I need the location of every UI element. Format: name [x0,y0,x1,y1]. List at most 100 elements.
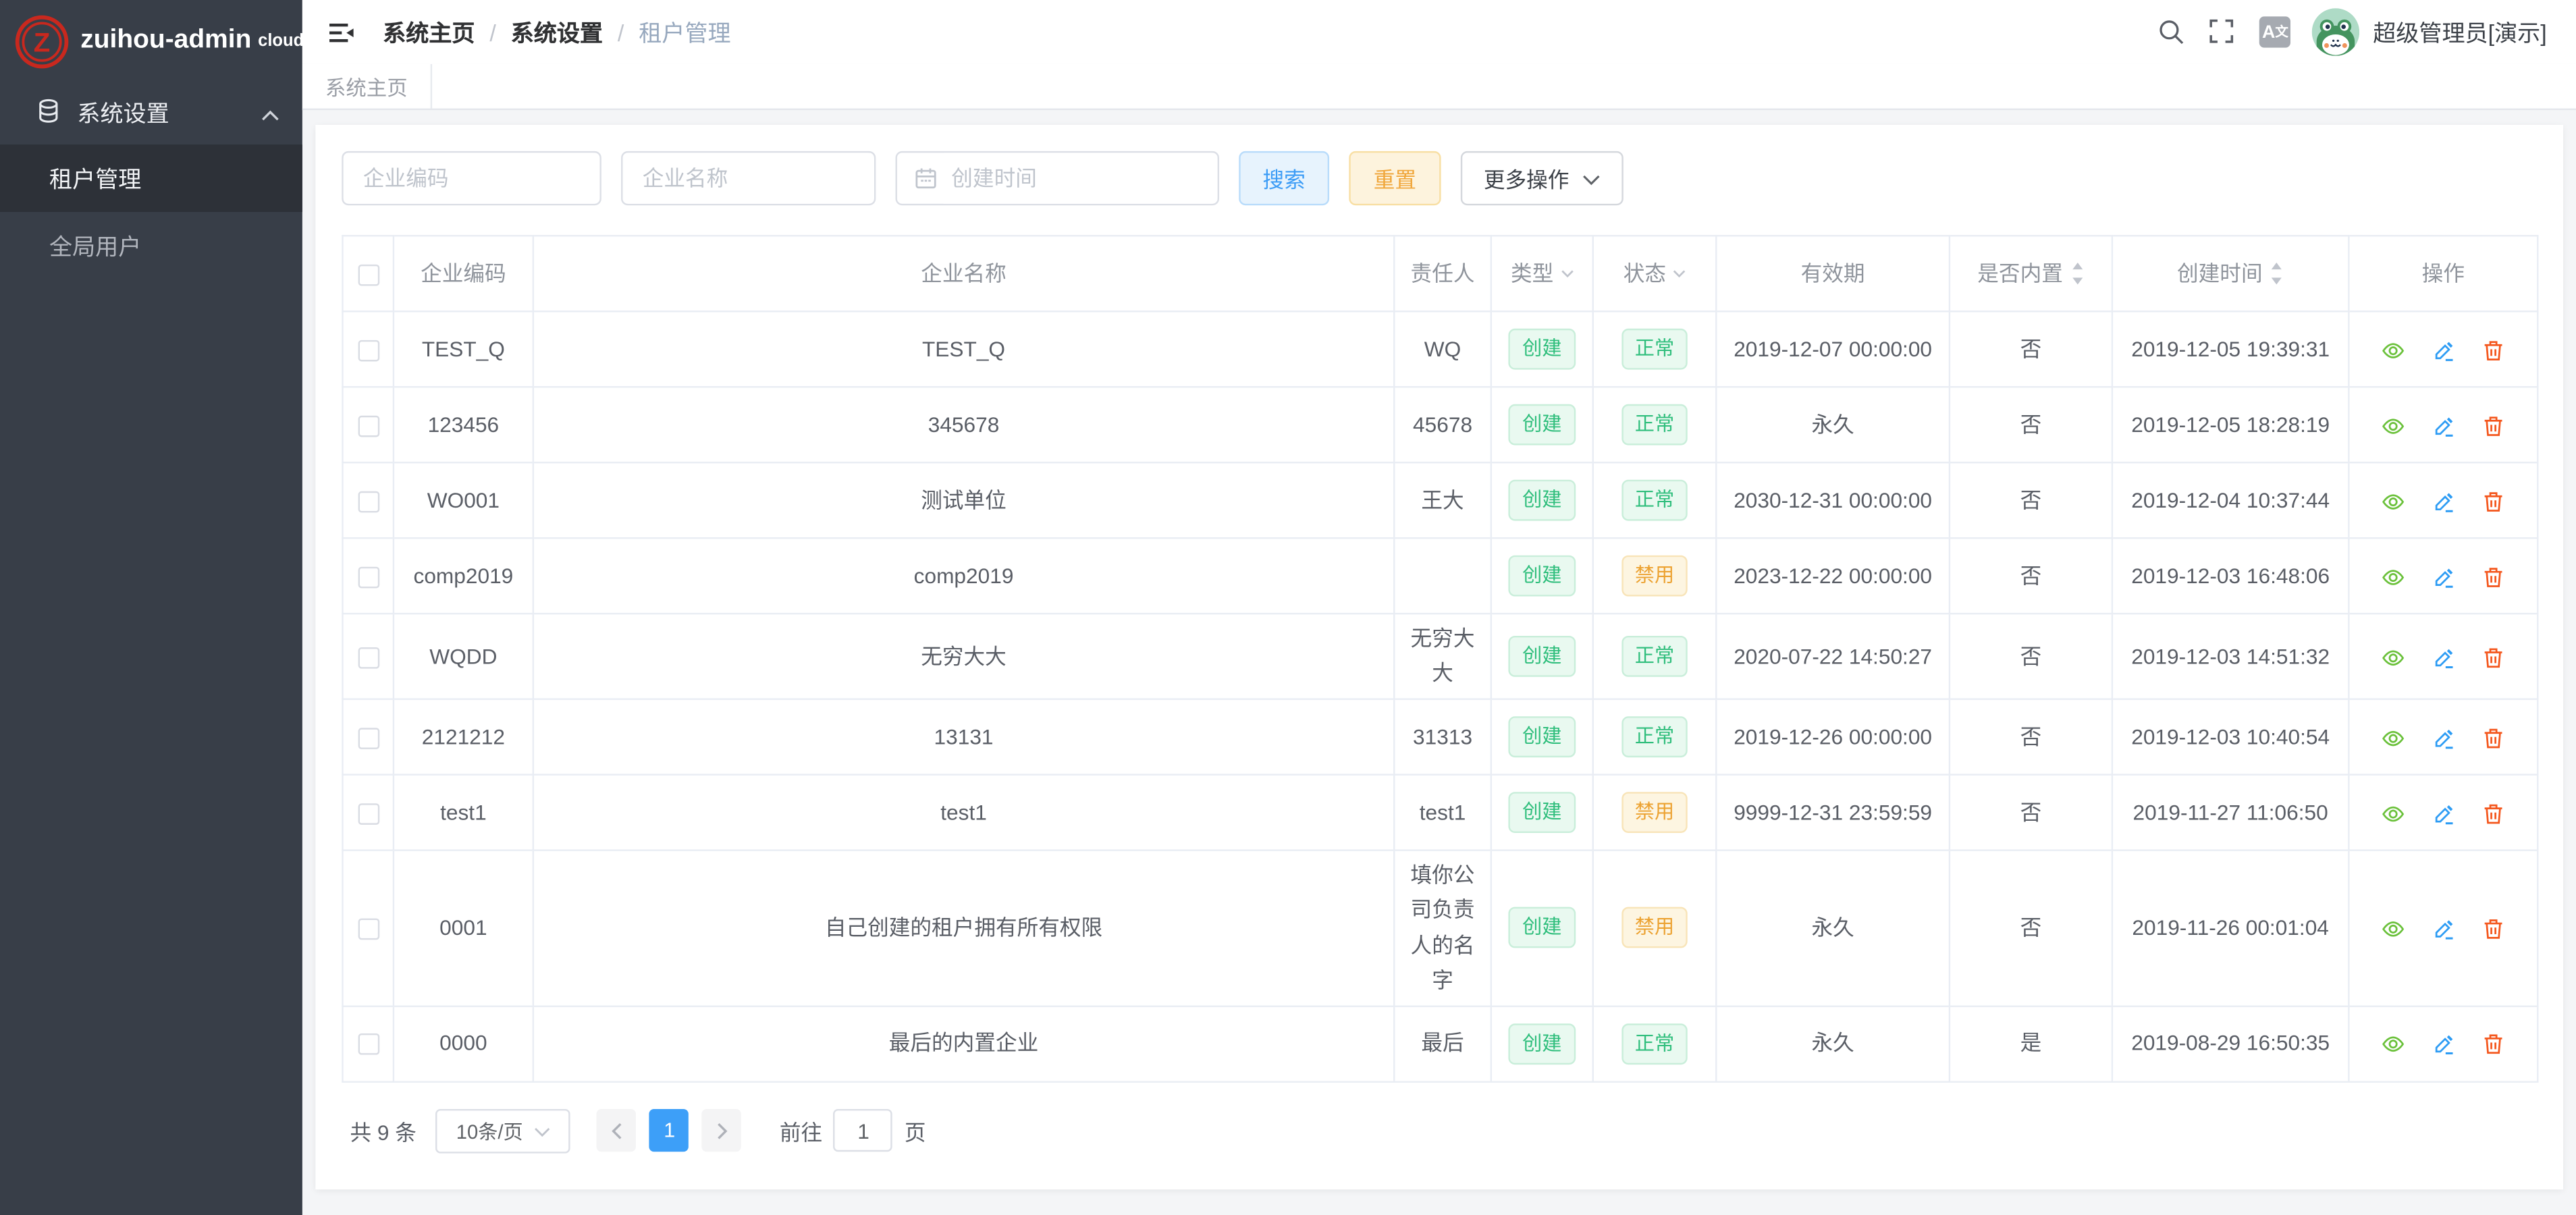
row-checkbox[interactable] [357,803,379,825]
column-header-7[interactable]: 创建时间 [2112,236,2349,311]
page-unit-label: 页 [905,1114,926,1145]
delete-icon[interactable] [2481,801,2506,826]
top-navbar: 系统主页 / 系统设置 / 租户管理 A文 [302,0,2576,64]
row-checkbox[interactable] [357,491,379,512]
enterprise-code-input[interactable] [344,153,600,203]
cell-type: 创建 [1491,614,1593,699]
page-size-label: 10条/页 [456,1116,523,1144]
total-count: 共 9 条 [350,1114,417,1145]
logo[interactable]: Z zuihou-admin cloud [0,0,302,82]
cell-actions [2349,1006,2538,1081]
delete-icon[interactable] [2481,1033,2506,1058]
table-row: 0000 最后的内置企业 最后 创建 正常 永久 是 2019-08-29 16… [342,1006,2538,1081]
status-badge: 正常 [1621,480,1687,521]
language-icon[interactable]: A文 [2259,16,2290,47]
user-name[interactable]: 超级管理员[演示] [2373,16,2546,49]
cell-actions [2349,699,2538,774]
delete-icon[interactable] [2481,414,2506,439]
next-page-button[interactable] [702,1109,741,1152]
view-icon[interactable] [2381,489,2406,514]
sort-icon[interactable] [2070,261,2085,286]
select-all-checkbox[interactable] [357,264,379,286]
column-label: 是否内置 [1977,256,2063,291]
enterprise-name-input[interactable] [622,153,874,203]
cell-validity: 永久 [1716,387,1950,462]
cell-enterprise-code: comp2019 [394,538,533,614]
view-icon[interactable] [2381,338,2406,363]
view-icon[interactable] [2381,801,2406,826]
delete-icon[interactable] [2481,565,2506,590]
search-icon[interactable] [2157,18,2185,46]
cell-owner: 31313 [1394,699,1491,774]
edit-icon[interactable] [2431,489,2456,514]
sidebar-group-settings[interactable]: 系统设置 [0,82,302,144]
cell-enterprise-code: WQDD [394,614,533,699]
table-row: TEST_Q TEST_Q WQ 创建 正常 2019-12-07 00:00:… [342,311,2538,387]
app-window: Z zuihou-admin cloud 系统设置 租户管理 全局用户 [0,0,2576,1215]
search-button[interactable]: 搜索 [1239,151,1329,205]
filter-icon[interactable] [1673,269,1686,277]
reset-button[interactable]: 重置 [1349,151,1441,205]
delete-icon[interactable] [2481,645,2506,670]
cell-builtin: 否 [1950,311,2112,387]
cell-status: 禁用 [1593,850,1717,1006]
breadcrumb-item-current: 租户管理 [639,16,730,49]
create-time-input[interactable] [938,153,1218,203]
column-label: 状态 [1624,256,1666,291]
cell-validity: 2020-07-22 14:50:27 [1716,614,1950,699]
column-header-6[interactable]: 是否内置 [1950,236,2112,311]
cell-enterprise-name: 345678 [533,387,1394,462]
avatar[interactable] [2312,8,2360,56]
view-icon[interactable] [2381,565,2406,590]
row-checkbox[interactable] [357,728,379,749]
breadcrumb-item[interactable]: 系统设置 [511,16,603,49]
view-icon[interactable] [2381,414,2406,439]
view-icon[interactable] [2381,917,2406,942]
goto-page-input[interactable] [834,1109,893,1152]
fullscreen-icon[interactable] [2209,18,2236,46]
edit-icon[interactable] [2431,726,2456,751]
page-size-select[interactable]: 10条/页 [436,1108,571,1153]
type-badge: 创建 [1509,480,1575,521]
edit-icon[interactable] [2431,917,2456,942]
cell-enterprise-code: TEST_Q [394,311,533,387]
row-checkbox[interactable] [357,919,379,940]
edit-icon[interactable] [2431,1033,2456,1058]
row-checkbox[interactable] [357,647,379,668]
cell-builtin: 否 [1950,850,2112,1006]
more-actions-dropdown[interactable]: 更多操作 [1461,151,1624,205]
delete-icon[interactable] [2481,726,2506,751]
sidebar-item-tenant-management[interactable]: 租户管理 [0,144,302,212]
filter-icon[interactable] [1560,269,1573,277]
edit-icon[interactable] [2431,565,2456,590]
cell-status: 正常 [1593,387,1717,462]
edit-icon[interactable] [2431,645,2456,670]
delete-icon[interactable] [2481,917,2506,942]
sidebar-item-global-users[interactable]: 全局用户 [0,212,302,279]
delete-icon[interactable] [2481,338,2506,363]
edit-icon[interactable] [2431,338,2456,363]
cell-status: 正常 [1593,462,1717,538]
column-header-3[interactable]: 类型 [1491,236,1593,311]
row-checkbox[interactable] [357,340,379,361]
edit-icon[interactable] [2431,801,2456,826]
view-icon[interactable] [2381,1033,2406,1058]
breadcrumb-item[interactable]: 系统主页 [383,16,475,49]
row-checkbox[interactable] [357,566,379,588]
content-card: 搜索 重置 更多操作 企业编码企业名称责任人类型状态有效期是否内置创建时间操作 [315,125,2563,1189]
row-checkbox[interactable] [357,415,379,437]
edit-icon[interactable] [2431,414,2456,439]
prev-page-button[interactable] [597,1109,637,1152]
column-header-4[interactable]: 状态 [1593,236,1717,311]
sort-icon[interactable] [2269,261,2284,286]
view-icon[interactable] [2381,645,2406,670]
sidebar-collapse-icon[interactable] [327,18,356,47]
delete-icon[interactable] [2481,489,2506,514]
page-number-button[interactable]: 1 [650,1109,689,1152]
create-time-field [896,151,1219,205]
sidebar: Z zuihou-admin cloud 系统设置 租户管理 全局用户 [0,0,302,1215]
column-label: 企业名称 [921,256,1007,291]
view-icon[interactable] [2381,726,2406,751]
tab-system-home[interactable]: 系统主页 [302,64,432,109]
row-checkbox[interactable] [357,1034,379,1056]
